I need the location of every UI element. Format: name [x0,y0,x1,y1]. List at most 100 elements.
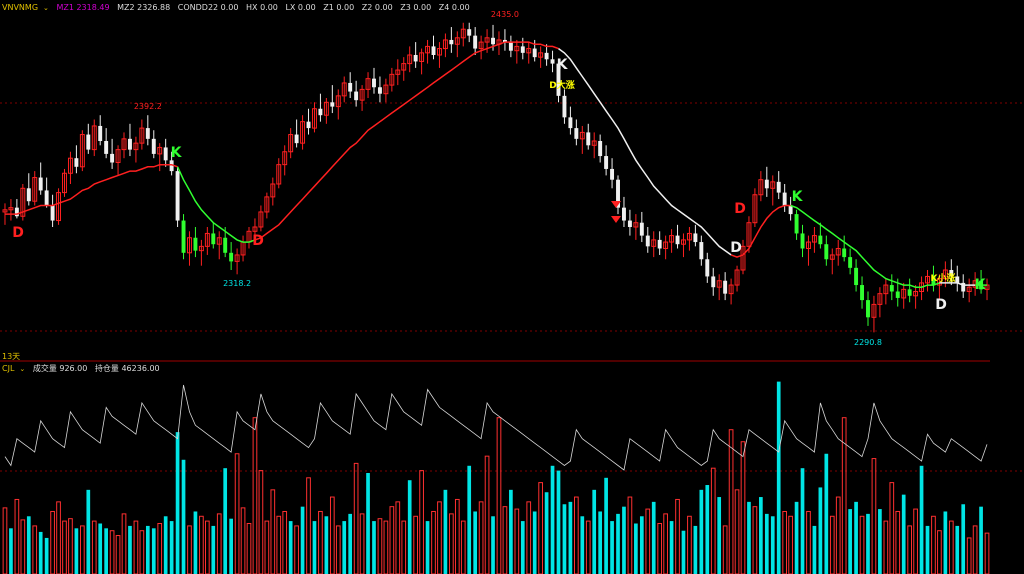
candle-body [26,188,31,202]
candle-body [104,141,109,154]
volume-bar [44,537,49,574]
candle-body [657,239,662,249]
candle-body [854,267,859,286]
volume-bar [979,506,983,574]
volume-bar [717,497,722,574]
volume-bar [187,525,192,574]
volume-bar [20,519,26,574]
volume-bar [312,521,317,574]
price-annotation: 2435.0 [491,10,519,19]
candle-body [895,291,900,298]
z3-value: Z3 0.00 [400,3,432,12]
volume-bar [710,467,716,574]
volume-bar [264,520,270,574]
volume-bar [234,453,240,574]
volume-bar [169,521,174,574]
volume-bar [139,530,145,574]
candle-body [38,177,43,191]
candle-body [98,125,103,141]
volume-bar [258,470,264,574]
candle-body [705,259,710,277]
volume-bar [294,525,299,574]
condd22-value: CONDD22 0.00 [177,3,239,12]
candle-body [675,235,680,245]
volume-bar [740,441,746,574]
chevron-down-icon[interactable]: ⌄ [43,4,49,12]
volume-bar [913,508,918,574]
candle-body [372,78,376,88]
volume-bar [556,470,561,574]
volume-bar [329,496,335,574]
ma-line-segment [558,47,732,256]
volume-bar [657,523,663,574]
volume-bar [598,511,603,574]
volume-bar [776,381,781,574]
candle-body [431,46,436,55]
volume-bar [425,521,430,574]
candle-body [74,158,79,167]
indicator-name[interactable]: VNVNMG [2,3,38,12]
volume-bar [91,520,97,574]
candle-body [699,242,704,260]
volume-bar [115,535,121,574]
volume-bar [520,521,525,574]
volume-bar [901,494,906,574]
volume-bar [443,489,448,574]
period-label: 13天 [2,352,21,361]
ma2-value: MZ2 2326.88 [117,3,171,12]
volume-bar [752,506,758,574]
candle-body [467,29,472,36]
volume-bar [32,525,38,574]
volume-bar [128,525,132,574]
volume-bar [413,515,418,574]
price-annotation: 2290.8 [854,338,882,347]
volume-bar [68,518,73,574]
volume-bar [937,530,942,574]
volume-bar [931,515,936,574]
volume-bar [984,532,990,574]
volume-bar [544,492,549,574]
signal-label: D [12,225,24,241]
candle-body [610,168,615,180]
volume-bar [199,515,204,574]
volume-bar [925,525,930,574]
candlestick-chart[interactable]: 2435.0 2392.2 2318.2 2290.8 D K D K D大涨 D D K K小涨 D K [0,0,1024,574]
volume-bar [478,501,484,574]
volume-bar [437,501,442,574]
candle-body [562,95,567,118]
volume-bar [121,513,127,574]
candle-body [229,252,234,262]
hx-value: HX 0.00 [246,3,278,12]
volume-bar [449,513,454,574]
volume-bar [669,521,674,574]
volume-bar [859,515,865,574]
volume-bar [824,453,829,574]
open-interest-value: 持仓量 46236.00 [94,364,160,373]
volume-bar [889,482,895,574]
candle-body [163,147,168,161]
candle-body [181,220,186,253]
volume-bar [282,510,288,574]
candle-body [818,235,823,245]
volume-indicator-name[interactable]: CJL [2,364,14,373]
volume-bar [604,477,608,574]
volume-bar [151,528,156,574]
chevron-down-icon[interactable]: ⌄ [19,365,25,373]
volume-bar [663,513,668,574]
indicator-header: VNVNMG ⌄ MZ1 2318.49 MZ2 2326.88 CONDD22 … [2,2,475,14]
candle-body [621,207,626,221]
candle-body [377,87,382,94]
volume-bar [366,473,370,574]
volume-bar [509,489,513,574]
signal-label: D [730,240,742,256]
volume-bar [270,489,276,574]
volume-bar [651,501,656,574]
z4-value: Z4 0.00 [438,3,470,12]
volume-bar [175,432,180,574]
volume-bar [622,506,626,574]
volume-bar [681,530,686,574]
signal-label: D大涨 [549,79,575,91]
candle-body [354,91,359,101]
volume-bar [616,513,620,574]
volume-bar [818,487,823,574]
